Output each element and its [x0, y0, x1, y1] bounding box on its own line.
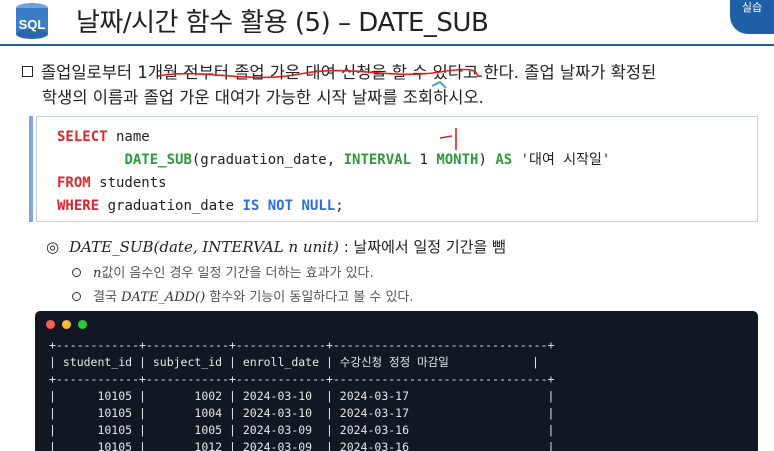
note-date-add-pre: 결국 — [93, 290, 122, 305]
kw-from: FROM — [57, 175, 91, 191]
sql-database-icon: SQL — [16, 3, 48, 39]
fn-args: (graduation_date, — [191, 152, 344, 168]
function-summary: : 날짜에서 일정 기간을 뺌 — [338, 238, 506, 256]
table-row: | 10105 | 1012 | 2024-03-09 | 2024-03-16… — [49, 440, 555, 451]
problem-line-2: 학생의 이름과 졸업 가운 대여가 가능한 시작 날짜를 조회하시오. — [42, 88, 484, 107]
function-signature: DATE_SUB(date, INTERVAL n unit) — [69, 238, 339, 256]
window-close-dot-icon — [46, 320, 55, 329]
code-accent-bar — [29, 116, 33, 222]
table-header-row: | student_id | subject_id | enroll_date … — [49, 355, 539, 369]
table-row: | 10105 | 1002 | 2024-03-10 | 2024-03-17… — [49, 389, 555, 403]
note-negative-text: 값이 음수인 경우 일정 기간을 더하는 효과가 있다. — [101, 266, 374, 281]
query-result-table: +------------+------------+-------------… — [49, 337, 554, 451]
fn-date-add: DATE_ADD() — [121, 290, 206, 305]
slide-header: SQL 날짜/시간 함수 활용 (5) – DATE_SUB 실습 — [0, 0, 774, 44]
table-row: | 10105 | 1004 | 2024-03-10 | 2024-03-17… — [49, 406, 555, 420]
window-minimize-dot-icon — [62, 320, 71, 329]
column-alias: '대여 시작일' — [512, 152, 611, 168]
kw-select: SELECT — [57, 129, 108, 145]
table-border-top: +------------+------------+-------------… — [49, 338, 555, 352]
kw-null: NULL — [301, 198, 336, 214]
table-row: | 10105 | 1005 | 2024-03-09 | 2024-03-16… — [49, 423, 555, 437]
note-negative-n: n값이 음수인 경우 일정 기간을 더하는 효과가 있다. — [72, 262, 374, 281]
window-maximize-dot-icon — [78, 320, 87, 329]
kw-as: AS — [495, 152, 513, 168]
terminal-window: +------------+------------+-------------… — [35, 311, 758, 451]
semicolon: ; — [335, 198, 344, 214]
problem-line-1: 졸업일로부터 1개월 전부터 졸업 가운 대여 신청을 할 수 있다고 한다. … — [41, 63, 657, 82]
kw-month: MONTH — [436, 152, 479, 168]
select-column: name — [107, 129, 150, 145]
circle-bullet-icon — [72, 292, 81, 301]
checkbox-bullet-icon — [22, 66, 33, 77]
table-border-mid: +------------+------------+-------------… — [49, 372, 555, 386]
sql-code-block: SELECT name DATE_SUB(graduation_date, IN… — [36, 116, 758, 222]
fn-date-sub: DATE_SUB — [124, 152, 192, 168]
header-divider — [0, 44, 774, 46]
double-circle-bullet-icon: ◎ — [46, 238, 60, 256]
note-date-add-post: 함수와 기능이 동일하다고 볼 수 있다. — [205, 290, 414, 305]
kw-not: NOT — [267, 198, 294, 214]
kw-is: IS — [242, 198, 260, 214]
function-description: ◎ DATE_SUB(date, INTERVAL n unit) : 날짜에서 … — [46, 236, 506, 257]
where-column: graduation_date — [99, 198, 243, 214]
note-date-add: 결국 DATE_ADD() 함수와 기능이 동일하다고 볼 수 있다. — [72, 286, 414, 305]
practice-badge: 실습 — [730, 0, 774, 34]
kw-interval: INTERVAL — [343, 152, 412, 168]
svg-text:SQL: SQL — [19, 17, 46, 32]
page-title: 날짜/시간 함수 활용 (5) – DATE_SUB — [76, 8, 489, 38]
from-table: students — [90, 175, 167, 191]
kw-where: WHERE — [57, 198, 100, 214]
fn-close: ) — [478, 152, 496, 168]
interval-number: 1 — [411, 152, 437, 168]
problem-statement: 졸업일로부터 1개월 전부터 졸업 가운 대여 신청을 할 수 있다고 한다. … — [22, 60, 762, 110]
circle-bullet-icon — [72, 268, 81, 277]
